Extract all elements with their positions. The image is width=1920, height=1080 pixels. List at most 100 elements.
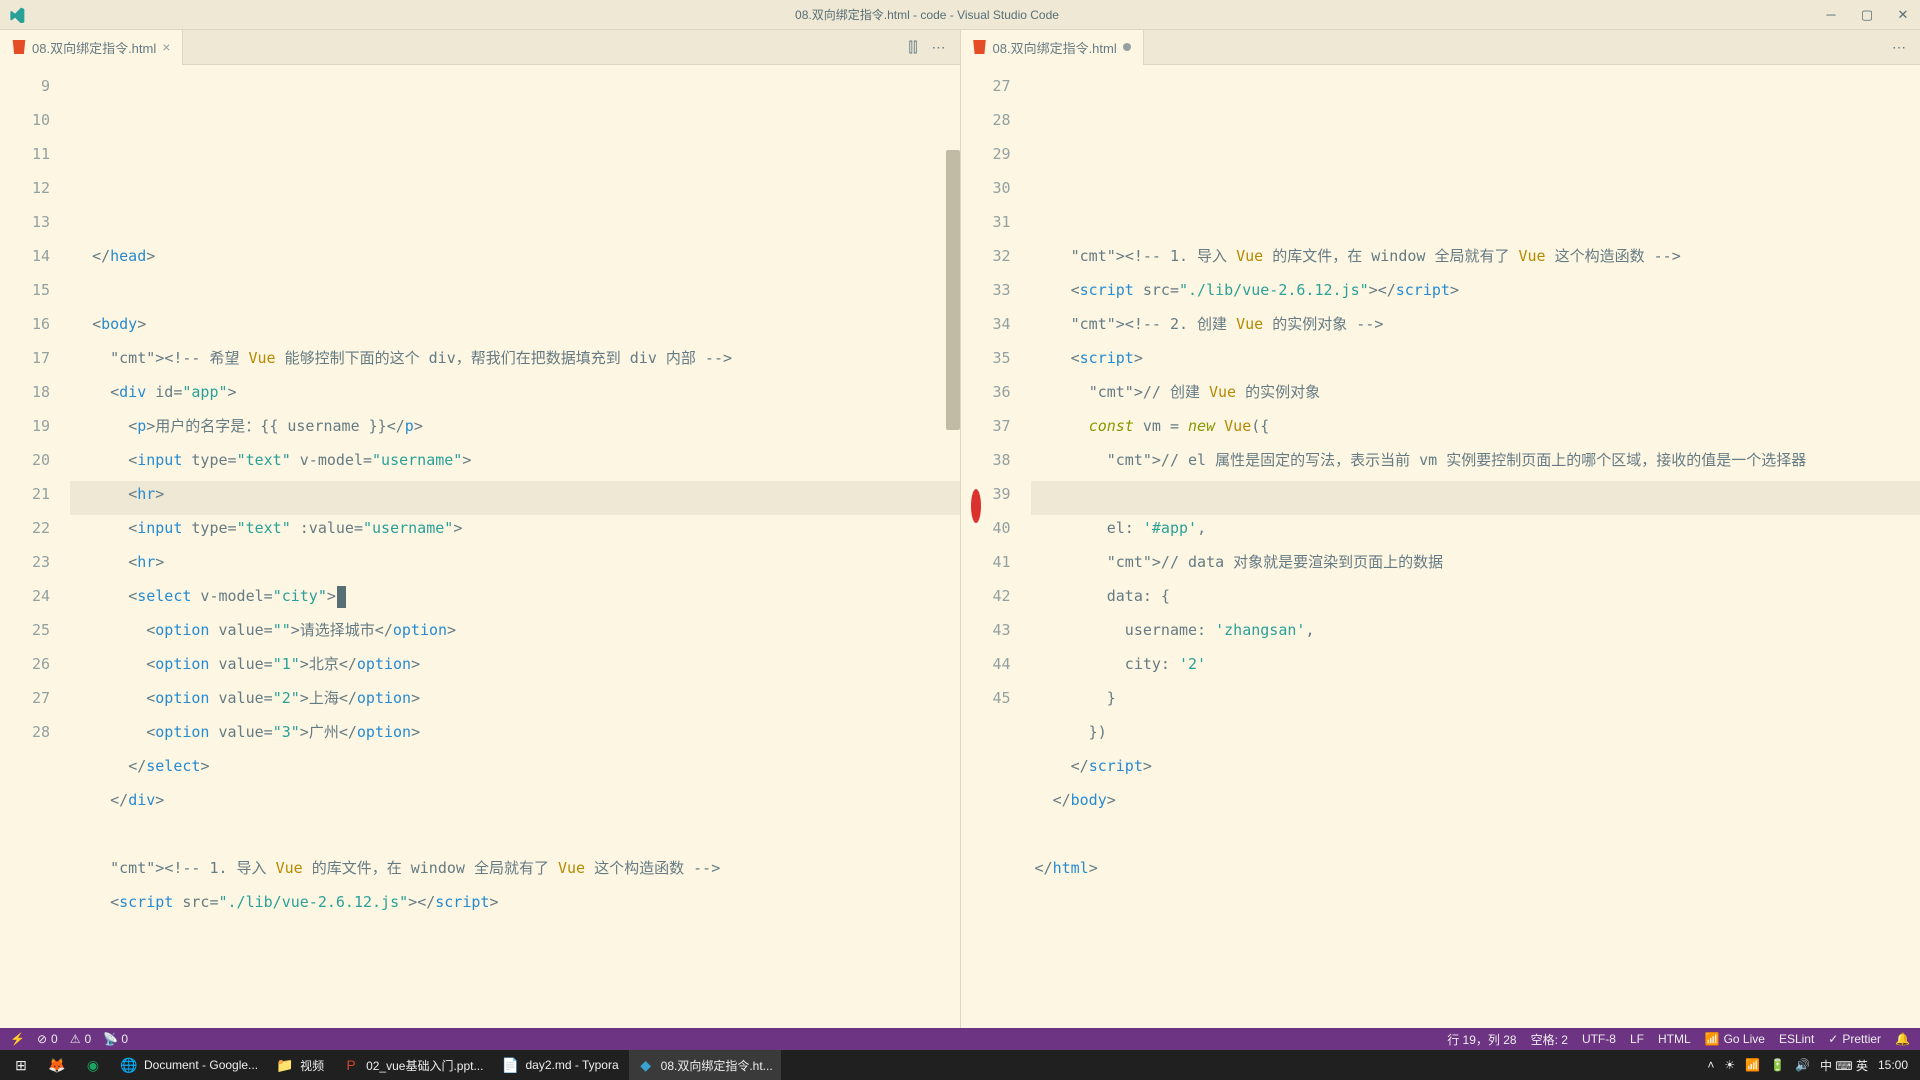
split-editor-icon[interactable]: ⫿⫿ [909,39,918,56]
code-line[interactable]: }) [1031,715,1920,749]
eslint-status[interactable]: ESLint [1779,1032,1814,1046]
line-gutter: 910111213141516171819202122232425262728 [0,65,70,1028]
code-line[interactable]: "cmt"><!-- 2. 创建 Vue 的实例对象 --> [1031,307,1920,341]
code-line[interactable]: <select v-model="city"> [70,579,960,613]
code-line[interactable]: "cmt">// el 属性是固定的写法，表示当前 vm 实例要控制页面上的哪个… [1031,443,1920,477]
code-line[interactable]: <option value="">请选择城市</option> [70,613,960,647]
line-number: 25 [0,613,50,647]
cursor-position[interactable]: 行 19，列 28 [1447,1031,1516,1048]
close-button[interactable]: ✕ [1894,7,1912,23]
go-live-button[interactable]: 📶 Go Live [1705,1032,1765,1046]
errors-count[interactable]: ⊘ 0 [37,1032,58,1046]
vscode-logo-icon [8,6,26,24]
tray-volume-icon[interactable]: 🔊 [1795,1058,1810,1072]
notifications-icon[interactable]: 🔔 [1895,1032,1910,1046]
close-icon[interactable]: × [162,39,170,55]
line-gutter: 27282930313233343536373839404142434445 [961,65,1031,1028]
tab-label: 08.双向绑定指令.html [32,38,156,57]
code-line[interactable]: <body> [70,307,960,341]
code-line[interactable]: "cmt"><!-- 1. 导入 Vue 的库文件，在 window 全局就有了… [1031,239,1920,273]
code-line[interactable]: <hr> [70,477,960,511]
code-line[interactable] [70,817,960,851]
code-line[interactable]: el: '#app', [1031,511,1920,545]
code-line[interactable]: <option value="2">上海</option> [70,681,960,715]
code-line[interactable]: </body> [1031,783,1920,817]
code-line[interactable]: <script src="./lib/vue-2.6.12.js"></scri… [70,885,960,919]
line-number: 37 [961,409,1011,443]
encoding[interactable]: UTF-8 [1582,1032,1616,1046]
code-line[interactable]: </div> [70,783,960,817]
taskbar-app-vscode[interactable]: ◆08.双向绑定指令.ht... [629,1050,781,1080]
ime-indicator[interactable]: 中 ⌨ 英 [1820,1057,1868,1074]
taskbar-app-powerpoint[interactable]: P02_vue基础入门.ppt... [334,1050,491,1080]
code-line[interactable]: const vm = new Vue({ [1031,409,1920,443]
more-actions-icon[interactable]: ⋯ [1892,39,1906,56]
code-line[interactable]: <input type="text" v-model="username"> [70,443,960,477]
code-line[interactable]: <hr> [70,545,960,579]
code-line[interactable]: </head> [70,239,960,273]
code-line[interactable] [70,273,960,307]
indentation[interactable]: 空格: 2 [1531,1031,1568,1048]
tab-left-file[interactable]: 08.双向绑定指令.html × [0,30,183,65]
code-line[interactable] [1031,477,1920,511]
code-line[interactable]: username: 'zhangsan', [1031,613,1920,647]
line-number: 41 [961,545,1011,579]
clock[interactable]: 15:00 [1878,1058,1908,1072]
text-cursor [337,586,346,608]
code-line[interactable]: <option value="3">广州</option> [70,715,960,749]
taskbar-icon[interactable]: 🦊 [40,1050,74,1080]
code-area[interactable]: </head> <body> "cmt"><!-- 希望 Vue 能够控制下面的… [70,65,960,1028]
warnings-count[interactable]: ⚠ 0 [70,1032,91,1046]
code-line[interactable]: <div id="app"> [70,375,960,409]
taskbar-app-explorer[interactable]: 📁视频 [268,1050,332,1080]
code-line[interactable]: <option value="1">北京</option> [70,647,960,681]
code-line[interactable]: "cmt"><!-- 希望 Vue 能够控制下面的这个 div，帮我们在把数据填… [70,341,960,375]
titlebar: 08.双向绑定指令.html - code - Visual Studio Co… [0,0,1920,30]
line-number: 35 [961,341,1011,375]
code-line[interactable]: "cmt"><!-- 1. 导入 Vue 的库文件，在 window 全局就有了… [70,851,960,885]
taskbar-app-chrome[interactable]: 🌐Document - Google... [112,1050,266,1080]
code-line[interactable]: city: '2' [1031,647,1920,681]
tab-right-file[interactable]: 08.双向绑定指令.html [961,30,1144,65]
code-line[interactable]: data: { [1031,579,1920,613]
editor-pane-right[interactable]: 27282930313233343536373839404142434445 "… [961,65,1920,1028]
line-number: 20 [0,443,50,477]
tray-weather-icon[interactable]: ☀ [1724,1058,1735,1072]
code-line[interactable] [1031,817,1920,851]
more-actions-icon[interactable]: ⋯ [932,39,946,56]
code-line[interactable]: "cmt">// data 对象就是要渲染到页面上的数据 [1031,545,1920,579]
line-number: 27 [961,69,1011,103]
eol[interactable]: LF [1630,1032,1644,1046]
line-number: 22 [0,511,50,545]
tray-chevron-icon[interactable]: ˄ [1707,1058,1714,1072]
language-mode[interactable]: HTML [1658,1032,1691,1046]
line-number: 16 [0,307,50,341]
code-line[interactable]: <p>用户的名字是：{{ username }}</p> [70,409,960,443]
code-line[interactable]: </select> [70,749,960,783]
line-number: 45 [961,681,1011,715]
taskbar-icon[interactable]: ◉ [76,1050,110,1080]
editor-pane-left[interactable]: 910111213141516171819202122232425262728 … [0,65,961,1028]
code-line[interactable]: "cmt">// 创建 Vue 的实例对象 [1031,375,1920,409]
code-line[interactable]: </script> [1031,749,1920,783]
code-area[interactable]: "cmt"><!-- 1. 导入 Vue 的库文件，在 window 全局就有了… [1031,65,1920,1028]
code-line[interactable]: <input type="text" :value="username"> [70,511,960,545]
code-line[interactable]: <script src="./lib/vue-2.6.12.js"></scri… [1031,273,1920,307]
remote-indicator-icon[interactable]: ⚡ [10,1032,25,1046]
code-line[interactable]: } [1031,681,1920,715]
windows-taskbar: ⊞ 🦊 ◉ 🌐Document - Google... 📁视频 P02_vue基… [0,1050,1920,1080]
tray-network-icon[interactable]: 📶 [1745,1058,1760,1072]
minimize-button[interactable]: ─ [1822,7,1840,23]
code-line[interactable]: <script> [1031,341,1920,375]
line-number: 44 [961,647,1011,681]
start-button[interactable]: ⊞ [4,1050,38,1080]
tray-battery-icon[interactable]: 🔋 [1770,1058,1785,1072]
prettier-status[interactable]: ✓ Prettier [1828,1032,1881,1046]
taskbar-app-typora[interactable]: 📄day2.md - Typora [493,1050,626,1080]
code-line[interactable]: </html> [1031,851,1920,885]
line-number: 28 [961,103,1011,137]
ports-icon[interactable]: 📡 0 [103,1032,128,1046]
breakpoint-icon[interactable] [971,489,981,523]
maximize-button[interactable]: ▢ [1858,7,1876,23]
line-number: 17 [0,341,50,375]
